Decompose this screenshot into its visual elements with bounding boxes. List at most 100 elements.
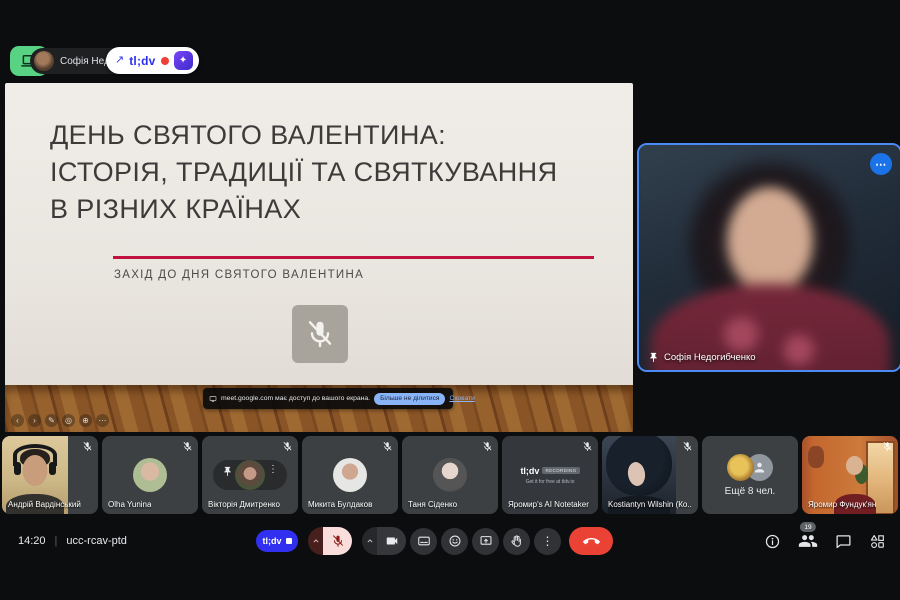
tldv-brand-label: tl;dv <box>129 53 156 68</box>
overflow-count-label: Ещё 8 чел. <box>724 486 776 497</box>
call-end-icon <box>583 533 600 550</box>
control-bar: 14:20 | ucc-rcav-ptd tl;dv ⋮ 19 <box>0 519 900 563</box>
slideshow-more-button[interactable]: ⋯ <box>96 414 109 427</box>
pin-icon <box>648 352 659 363</box>
pinned-video-feed <box>639 145 900 370</box>
participant-tile-olha[interactable]: Olha Yunina <box>102 436 198 514</box>
slide-subtitle: ЗАХІД ДО ДНЯ СВЯТОГО ВАЛЕНТИНА <box>114 269 365 281</box>
slideshow-laser-button[interactable]: ◎ <box>62 414 75 427</box>
mic-off-icon <box>682 441 693 452</box>
participant-name: Kostiantyn Wilshin (Ко... <box>608 500 692 509</box>
slide-title: ДЕНЬ СВЯТОГО ВАЛЕНТИНА: ІСТОРІЯ, ТРАДИЦІ… <box>50 117 557 228</box>
captions-icon <box>417 534 431 548</box>
mic-off-icon <box>182 441 193 452</box>
mic-off-icon <box>304 318 336 350</box>
participant-name: Яромир's AI Notetaker <box>508 500 589 509</box>
slide-accent-rule <box>113 256 594 259</box>
slide-title-line-2: ІСТОРІЯ, ТРАДИЦІЇ ТА СВЯТКУВАННЯ <box>50 157 558 187</box>
participant-tile-tania[interactable]: Таня Сіденко <box>402 436 498 514</box>
clock-time: 14:20 <box>18 535 46 547</box>
camera-icon <box>385 534 399 548</box>
mic-off-icon <box>382 441 393 452</box>
participant-tile-kostiantyn[interactable]: Kostiantyn Wilshin (Ко... <box>602 436 698 514</box>
recording-badge: RECORDING <box>542 467 580 474</box>
tldv-logo: tl;dv <box>520 465 540 476</box>
presenter-avatar <box>34 51 54 71</box>
mic-off-icon <box>282 441 293 452</box>
participant-tile-andrii[interactable]: Андрій Вардінський <box>2 436 98 514</box>
meeting-details-button[interactable] <box>764 533 781 550</box>
slide-title-line-3: В РІЗНИХ КРАЇНАХ <box>50 194 302 224</box>
tldv-stop-recording-button[interactable]: tl;dv <box>256 530 298 552</box>
slideshow-prev-button[interactable]: ‹ <box>11 414 24 427</box>
stop-icon <box>285 538 292 544</box>
chat-panel-button[interactable] <box>835 533 852 550</box>
hand-icon <box>510 534 524 548</box>
participant-tile-ai-notetaker[interactable]: tl;dv RECORDING Get it for free at tldv.… <box>502 436 598 514</box>
slideshow-next-button[interactable]: › <box>28 414 41 427</box>
panel-buttons: 19 <box>764 519 886 563</box>
activities-button[interactable] <box>869 533 886 550</box>
cursor-icon: ↗ <box>115 54 125 66</box>
stop-sharing-button[interactable]: Більше не ділитися <box>374 392 446 405</box>
pinned-tile-more-button[interactable]: ⋯ <box>870 153 892 175</box>
present-button[interactable] <box>472 527 499 555</box>
slideshow-controls: ‹ › ✎ ◎ ⊕ ⋯ <box>11 414 109 427</box>
emoji-icon <box>448 534 462 548</box>
participant-tile-mykyta[interactable]: Микита Булдаков <box>302 436 398 514</box>
tldv-recorder-chip[interactable]: ↗ tl;dv ✦ <box>106 47 199 74</box>
raise-hand-button[interactable] <box>503 527 530 555</box>
pin-tile-button[interactable] <box>222 466 233 477</box>
mic-off-icon <box>582 441 593 452</box>
hide-toast-link[interactable]: Сховати <box>449 395 474 402</box>
meeting-code: ucc-rcav-ptd <box>66 535 127 547</box>
avatar <box>133 458 167 492</box>
participant-count-badge: 19 <box>799 522 817 532</box>
participant-name: Микита Булдаков <box>308 500 373 509</box>
camera-options-chevron[interactable] <box>362 527 377 555</box>
participant-filmstrip: Андрій Вардінський Olha Yunina ⋮ Вікторі… <box>2 436 898 514</box>
meet-window: Софія Недогибченко ↗ tl;dv ✦ ДЕНЬ СВЯТОГ… <box>0 0 900 600</box>
pinned-video-tile[interactable]: ⋯ Софія Недогибченко <box>637 143 900 372</box>
monitor-icon <box>209 395 217 403</box>
slideshow-zoom-button[interactable]: ⊕ <box>79 414 92 427</box>
camera-control-group <box>362 527 406 555</box>
slide-title-line-1: ДЕНЬ СВЯТОГО ВАЛЕНТИНА: <box>50 120 447 150</box>
avatar <box>433 458 467 492</box>
participant-name: Вікторія Дмитренко <box>208 500 280 509</box>
pinned-name-label: Софія Недогибченко <box>648 352 756 363</box>
people-panel-button[interactable]: 19 <box>798 522 818 551</box>
screen-share-toast: meet.google.com має доступ до вашого екр… <box>203 388 475 409</box>
overflow-participants-tile[interactable]: Ещё 8 чел. <box>702 436 798 514</box>
avatar <box>333 458 367 492</box>
participant-name: Яромир Фундук'ян <box>808 500 877 509</box>
mic-control-group <box>308 527 352 555</box>
participant-tile-viktoriia[interactable]: ⋮ Вікторія Дмитренко <box>202 436 298 514</box>
leave-call-button[interactable] <box>569 527 613 555</box>
sparkle-icon: ✦ <box>178 55 188 66</box>
avatar <box>235 460 265 490</box>
tldv-app-icon[interactable]: ✦ <box>173 51 193 70</box>
camera-toggle-button[interactable] <box>377 527 406 555</box>
more-options-button[interactable]: ⋮ <box>534 527 561 555</box>
reactions-button[interactable] <box>441 527 468 555</box>
divider: | <box>54 535 58 547</box>
participant-name: Таня Сіденко <box>408 500 458 509</box>
mic-off-icon <box>82 441 93 452</box>
tldv-label: tl;dv <box>262 536 282 546</box>
mic-options-chevron[interactable] <box>308 527 323 555</box>
present-icon <box>479 534 493 548</box>
slideshow-pen-button[interactable]: ✎ <box>45 414 58 427</box>
mic-mute-button[interactable] <box>323 527 352 555</box>
overflow-avatars <box>727 454 773 481</box>
participant-name: Андрій Вардінський <box>8 500 81 509</box>
recording-dot-icon <box>160 56 169 65</box>
system-mic-muted-overlay <box>292 305 348 363</box>
person-icon <box>752 460 767 475</box>
participant-tile-yaromyr[interactable]: Яромир Фундук'ян <box>802 436 898 514</box>
tile-more-button[interactable]: ⋮ <box>268 465 278 475</box>
tldv-subtext: Get it for free at tldv.io <box>525 478 575 485</box>
pinned-participant-name: Софія Недогибченко <box>664 352 756 363</box>
captions-button[interactable] <box>410 527 437 555</box>
mic-off-icon <box>882 441 893 452</box>
